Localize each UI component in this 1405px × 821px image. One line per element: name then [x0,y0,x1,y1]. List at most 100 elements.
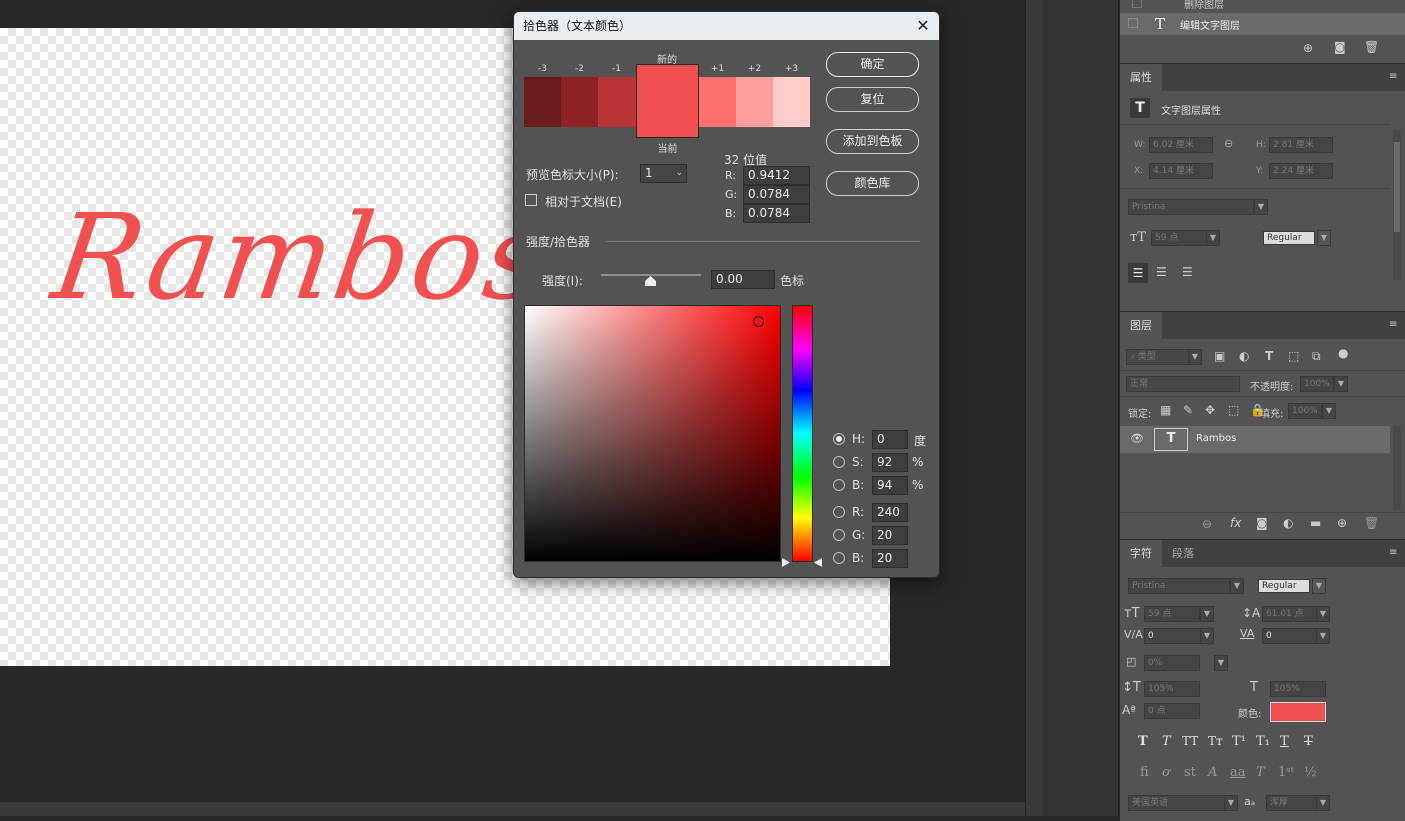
subscript-icon[interactable]: T₁ [1256,734,1270,749]
fractions-icon[interactable]: ½ [1304,765,1317,780]
swash-icon[interactable]: A [1208,765,1217,780]
layers-scrollbar[interactable] [1393,426,1401,510]
adjustment-layer-icon[interactable]: ◐ [1283,516,1293,530]
r32-field[interactable]: 0.9412 [743,166,810,185]
chevron-down-icon[interactable]: ▼ [1334,376,1348,392]
blue-field[interactable]: 20 [872,549,908,568]
red-field[interactable]: 240 [872,503,908,522]
fx-icon[interactable]: fx [1230,516,1241,530]
vertical-scrollbar[interactable] [1025,0,1043,816]
blue-radio[interactable] [833,552,845,564]
shape-filter-icon[interactable]: ⬚ [1288,349,1299,363]
opacity-field[interactable]: 100% [1300,376,1334,392]
mask-icon[interactable]: ◙ [1256,516,1268,530]
swatch-minus2[interactable] [561,77,598,127]
hue-field[interactable]: 0 [872,430,908,449]
brightness-radio[interactable] [833,479,845,491]
swatch-minus1[interactable] [598,77,636,127]
new-snapshot-icon[interactable]: ⊕ [1303,41,1313,55]
align-left-icon[interactable]: ☰ [1128,263,1148,283]
chevron-down-icon[interactable]: ▼ [1312,578,1326,594]
checkbox-icon[interactable] [1132,0,1142,8]
char-font-family-select[interactable]: Pristina [1128,578,1230,594]
chevron-down-icon[interactable]: ▼ [1200,628,1214,644]
relative-to-document-checkbox[interactable] [525,194,537,206]
anti-alias-select[interactable]: 浑厚 [1266,795,1318,811]
tab-character[interactable]: 字符 [1120,540,1162,568]
font-family-select[interactable]: Pristina [1128,199,1254,215]
chevron-down-icon[interactable]: ▼ [1316,628,1330,644]
char-font-size-field[interactable]: 59 点 [1144,606,1200,622]
tsume-field[interactable]: 0% [1144,655,1200,671]
superscript-icon[interactable]: T¹ [1232,734,1246,749]
x-field[interactable]: 4.14 厘米 [1149,163,1213,179]
saturation-radio[interactable] [833,456,845,468]
brightness-field[interactable]: 94 [872,476,908,495]
new-layer-icon[interactable]: ⊕ [1337,516,1347,530]
hue-slider-right-arrow[interactable] [814,558,822,567]
ordinals-icon[interactable]: 1ˢᵗ [1278,765,1294,780]
chevron-down-icon[interactable]: ▼ [1316,606,1330,622]
font-style-select[interactable]: Regular [1263,231,1315,245]
chevron-down-icon[interactable]: ▼ [1200,606,1214,622]
swatch-plus1[interactable] [699,77,736,127]
green-field[interactable]: 20 [872,526,908,545]
checkbox-icon[interactable] [1128,18,1138,28]
hue-slider-left-arrow[interactable] [782,558,790,567]
chevron-down-icon[interactable]: ▼ [1230,578,1244,594]
history-item-selected[interactable]: T 编辑文字图层 [1120,13,1405,35]
panel-menu-icon[interactable]: ≡ [1389,548,1399,558]
camera-icon[interactable]: ◙ [1334,40,1346,54]
intensity-field[interactable]: 0.00 [711,270,775,289]
close-icon[interactable]: ✕ [913,16,933,36]
stylistic-alternates-icon[interactable]: aa [1230,765,1246,780]
intensity-slider-track[interactable] [601,274,701,276]
all-caps-icon[interactable]: TT [1182,734,1198,748]
ligatures-icon[interactable]: fi [1140,765,1149,780]
filter-toggle-icon[interactable]: ● [1338,346,1348,360]
history-item[interactable]: 删除图层 [1124,0,1394,12]
discretionary-ligatures-icon[interactable]: st [1184,765,1196,780]
panel-menu-icon[interactable]: ≡ [1389,72,1399,82]
reset-button[interactable]: 复位 [826,87,919,112]
small-caps-icon[interactable]: Tт [1208,734,1223,748]
y-field[interactable]: 2.24 厘米 [1269,163,1333,179]
green-radio[interactable] [833,529,845,541]
hue-slider[interactable] [792,305,813,562]
chevron-down-icon[interactable]: ▼ [1206,230,1220,246]
horizontal-scrollbar[interactable] [0,802,1025,816]
folder-icon[interactable]: ▬ [1310,516,1321,530]
char-font-style-select[interactable]: Regular [1258,579,1310,593]
adjustment-filter-icon[interactable]: ◐ [1239,349,1249,363]
align-right-icon[interactable]: ☰ [1182,265,1193,279]
b32-field[interactable]: 0.0784 [743,204,810,223]
trash-icon[interactable]: 🗑 [1364,516,1379,530]
color-picker-cursor[interactable] [753,316,764,327]
lock-move-icon[interactable]: ✥ [1205,403,1215,417]
swatch-minus3[interactable] [524,77,561,127]
font-size-field[interactable]: 59 点 [1151,230,1207,246]
chevron-down-icon[interactable]: ▼ [1254,199,1268,215]
chevron-down-icon[interactable]: ▼ [1317,230,1331,246]
old-style-icon[interactable]: ơ [1162,765,1170,780]
chevron-down-icon[interactable]: ▼ [1224,795,1238,811]
smart-object-filter-icon[interactable]: ⧉ [1312,349,1321,364]
horizontal-scale-field[interactable]: 105% [1270,681,1326,697]
image-filter-icon[interactable]: ▣ [1214,349,1225,363]
hue-radio[interactable] [833,433,845,445]
chevron-down-icon[interactable]: ▼ [1322,403,1336,419]
chevron-down-icon[interactable]: ▼ [1316,795,1330,811]
layer-filter-select[interactable]: ⌕ 类型 [1126,349,1196,365]
intensity-slider-handle[interactable] [645,276,656,286]
faux-bold-icon[interactable]: T [1138,734,1148,749]
link-icon[interactable]: ⊖ [1224,137,1233,150]
preview-size-select[interactable]: 1 ⌄ [640,164,687,183]
faux-italic-icon[interactable]: T [1162,734,1171,749]
saturation-field[interactable]: 92 [872,453,908,472]
vertical-scale-field[interactable]: 105% [1144,681,1200,697]
new-color-swatch[interactable] [636,64,699,138]
type-filter-icon[interactable]: T [1265,349,1273,363]
color-libraries-button[interactable]: 颜色库 [826,171,919,196]
tab-paragraph[interactable]: 段落 [1162,540,1204,568]
chevron-down-icon[interactable]: ▼ [1214,655,1228,671]
